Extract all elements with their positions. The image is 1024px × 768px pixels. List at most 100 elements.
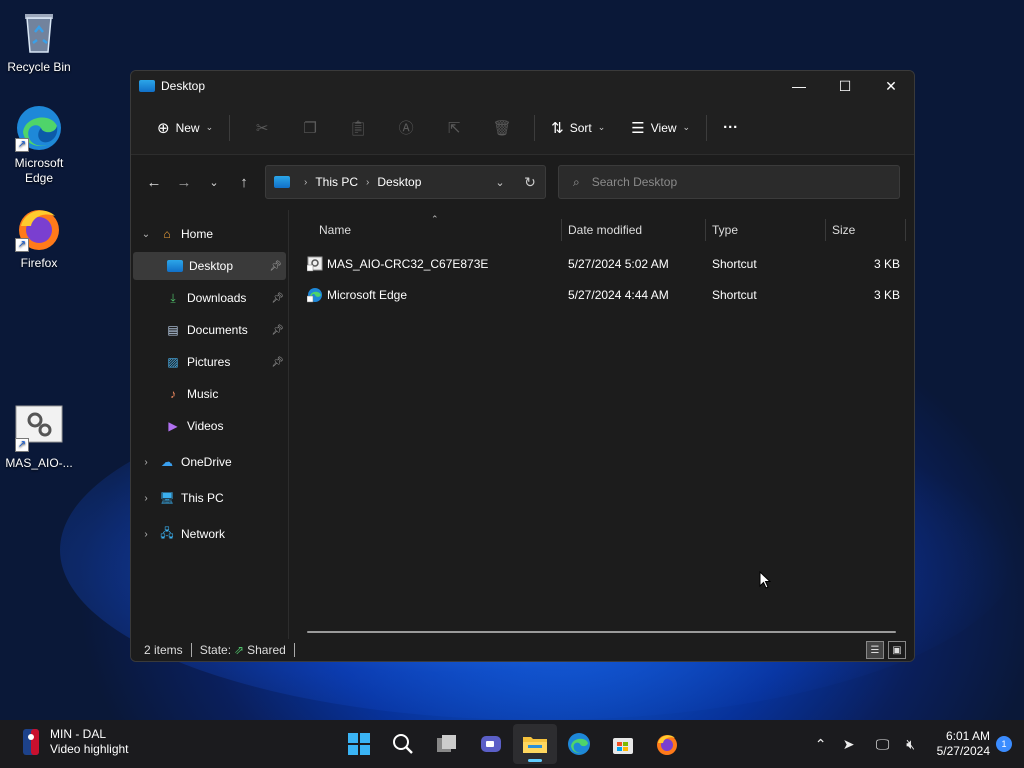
nav-item-network[interactable]: › 🖧︎ Network — [131, 520, 288, 548]
widget-title: MIN - DAL — [50, 727, 107, 741]
nba-logo-icon — [20, 727, 42, 757]
address-history-button[interactable]: ⌄ — [485, 176, 515, 189]
minimize-button[interactable]: — — [776, 71, 822, 101]
tiles-view-button[interactable]: ▣ — [888, 641, 906, 659]
pin-icon[interactable]: 📌︎ — [271, 357, 284, 368]
title-bar[interactable]: Desktop — ☐ ✕ — [131, 71, 914, 101]
task-view-button[interactable] — [425, 724, 469, 764]
pin-icon[interactable]: 📌︎ — [271, 293, 284, 304]
desktop-icon-mas-aio[interactable]: ↗ MAS_AIO-... — [1, 404, 77, 471]
recycle-bin-icon — [15, 8, 63, 56]
show-hidden-icons-button[interactable]: ⌃ — [807, 736, 835, 753]
breadcrumb-desktop[interactable]: Desktop — [377, 175, 421, 189]
chevron-right-icon: › — [144, 456, 148, 468]
pictures-icon: ▨ — [167, 355, 179, 369]
widget-subtitle: Video highlight — [50, 742, 129, 756]
chevron-down-icon: ⌄ — [597, 122, 606, 132]
network-icon[interactable]: 🖵︎ — [869, 736, 897, 753]
nav-item-downloads[interactable]: ⤓ Downloads 📌︎ — [131, 284, 288, 312]
desktop-icon-label: MAS_AIO-... — [5, 456, 73, 470]
nav-item-onedrive[interactable]: › ☁ OneDrive — [131, 448, 288, 476]
nav-item-desktop[interactable]: Desktop 📌︎ — [133, 252, 286, 280]
video-icon: ▶ — [168, 419, 178, 433]
firefox-taskbar-button[interactable] — [645, 724, 689, 764]
chevron-right-icon: › — [366, 176, 370, 188]
windows-logo-icon — [348, 733, 370, 755]
refresh-button[interactable]: ↻ — [515, 174, 545, 191]
nav-item-documents[interactable]: ▤ Documents 📌︎ — [131, 316, 288, 344]
chevron-down-icon: ⌄ — [205, 122, 214, 132]
maximize-button[interactable]: ☐ — [822, 71, 868, 101]
up-button[interactable]: ↑ — [229, 167, 259, 197]
nav-item-pictures[interactable]: ▨ Pictures 📌︎ — [131, 348, 288, 376]
store-taskbar-button[interactable] — [601, 724, 645, 764]
nav-item-home[interactable]: ⌄ ⌂ Home — [131, 220, 288, 248]
nav-item-label: Downloads — [187, 291, 247, 305]
horizontal-scrollbar[interactable] — [307, 631, 896, 633]
new-button[interactable]: ⊕ New ⌄ — [149, 113, 221, 143]
state-value: Shared — [247, 643, 286, 657]
more-options-button[interactable]: ··· — [715, 113, 746, 142]
view-button[interactable]: ☰ View ⌄ — [623, 113, 698, 143]
desktop-icon-edge[interactable]: ↗ Microsoft Edge — [1, 104, 77, 186]
cloud-icon: ☁ — [161, 455, 173, 469]
nav-item-label: Pictures — [187, 355, 231, 369]
delete-button[interactable]: 🗑︎ — [478, 113, 526, 143]
back-button[interactable]: ← — [139, 167, 169, 197]
nav-item-label: Desktop — [189, 259, 234, 273]
file-list-pane: ⌃ Name Date modified Type Size MAS_AIO-C… — [289, 210, 914, 639]
pin-icon[interactable]: 📌︎ — [269, 261, 282, 272]
rename-button[interactable]: Ⓐ — [382, 111, 430, 144]
widgets-button[interactable]: MIN - DAL Video highlight — [20, 727, 129, 757]
nav-item-videos[interactable]: ▶ Videos — [131, 412, 288, 440]
column-header-date[interactable]: Date modified — [562, 219, 706, 241]
column-header-type[interactable]: Type — [706, 219, 826, 241]
sort-button[interactable]: ⇅ Sort ⌄ — [543, 113, 613, 143]
column-header-row: ⌃ Name Date modified Type Size — [289, 214, 914, 244]
share-button[interactable]: ⇱ — [430, 113, 478, 143]
search-button[interactable] — [381, 724, 425, 764]
desktop-folder-icon — [139, 80, 155, 92]
edge-icon — [568, 733, 590, 755]
teams-chat-button[interactable] — [469, 724, 513, 764]
start-button[interactable] — [337, 724, 381, 764]
pin-icon[interactable]: 📌︎ — [271, 325, 284, 336]
cut-button[interactable]: ✂ — [238, 113, 286, 143]
close-button[interactable]: ✕ — [868, 71, 914, 101]
breadcrumb-this-pc[interactable]: This PC — [315, 175, 358, 189]
ellipsis-icon: ··· — [723, 119, 739, 136]
nav-item-this-pc[interactable]: › 🖥︎ This PC — [131, 484, 288, 512]
desktop-icon-recycle-bin[interactable]: Recycle Bin — [1, 8, 77, 75]
file-row[interactable]: Microsoft Edge 5/27/2024 4:44 AM Shortcu… — [289, 279, 914, 310]
nav-item-music[interactable]: ♪ Music — [131, 380, 288, 408]
item-count: 2 items — [144, 643, 183, 657]
nav-item-label: Documents — [187, 323, 248, 337]
chevron-right-icon: › — [144, 528, 148, 540]
location-icon[interactable]: ➤ — [835, 736, 863, 753]
volume-muted-icon[interactable]: 🔇︎ — [897, 736, 925, 753]
file-size: 3 KB — [873, 287, 900, 302]
forward-button[interactable]: → — [169, 167, 199, 197]
file-explorer-taskbar-button[interactable] — [513, 724, 557, 764]
notification-badge[interactable]: 1 — [996, 736, 1012, 752]
desktop-icon-firefox[interactable]: ↗ Firefox — [1, 204, 77, 271]
taskbar-apps — [337, 724, 689, 764]
folder-icon — [523, 737, 547, 753]
search-input[interactable] — [591, 175, 872, 189]
address-bar[interactable]: › This PC › Desktop ⌄ ↻ — [265, 165, 546, 199]
edge-taskbar-button[interactable] — [557, 724, 601, 764]
chevron-down-icon: ⌄ — [141, 228, 151, 240]
column-header-size[interactable]: Size — [826, 219, 906, 241]
search-box[interactable]: ⌕ — [558, 165, 900, 199]
paste-button[interactable]: 📋︎ — [334, 113, 382, 143]
trash-icon: 🗑︎ — [492, 119, 512, 137]
copy-button[interactable]: ❐ — [286, 113, 334, 143]
plus-circle-icon: ⊕ — [157, 119, 170, 137]
clock[interactable]: 6:01 AM 5/27/2024 — [937, 729, 990, 759]
column-header-name[interactable]: Name — [289, 219, 562, 241]
recent-locations-button[interactable]: ⌄ — [199, 167, 229, 197]
details-view-button[interactable]: ☰ — [866, 641, 884, 659]
arrow-right-icon: → — [176, 173, 192, 191]
file-row[interactable]: MAS_AIO-CRC32_C67E873E 5/27/2024 5:02 AM… — [289, 248, 914, 279]
new-label: New — [175, 120, 200, 135]
